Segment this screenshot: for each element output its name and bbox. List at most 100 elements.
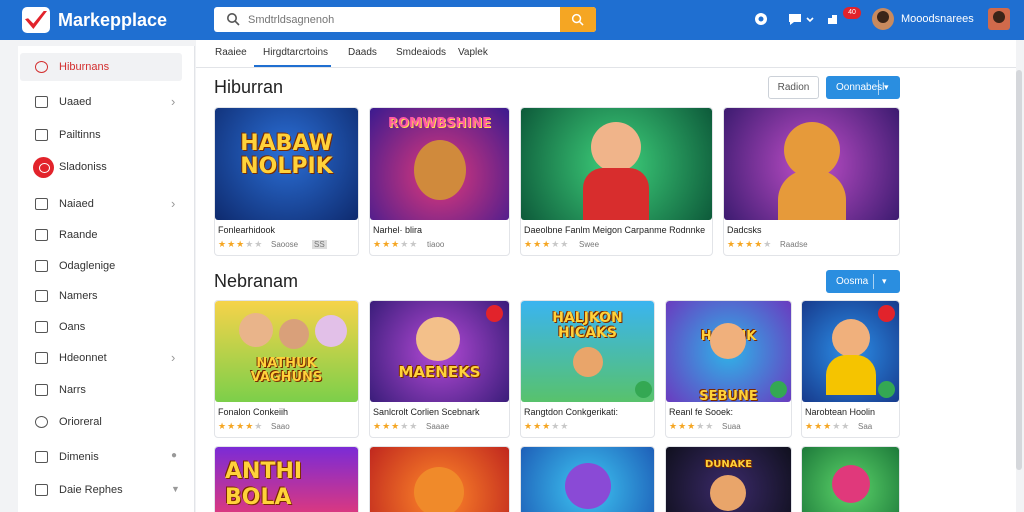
game-tag: SS	[312, 240, 327, 249]
character-illustration	[832, 465, 870, 503]
character-body	[778, 170, 846, 220]
tab-smdeaiods[interactable]: Smdeaiods	[396, 47, 446, 58]
filter-button[interactable]: Radion	[768, 76, 819, 99]
profile-picture[interactable]	[988, 8, 1010, 30]
sidebar-item-label: Namers	[59, 290, 98, 302]
info-icon: ●	[171, 450, 178, 461]
game-thumbnail[interactable]	[802, 447, 899, 512]
sort-dropdown-button[interactable]: Oonnabesl ▾	[826, 76, 900, 99]
game-card[interactable]: NATHUK VAGHUNS Fonalon Conkeiih ★★★★★ Sa…	[214, 300, 359, 438]
game-card[interactable]: Daeolbne Fanlm Meigon Carpanme Rodnnke ★…	[520, 107, 713, 256]
game-card[interactable]	[369, 446, 510, 512]
game-thumbnail[interactable]	[802, 301, 899, 402]
sidebar-item-raande[interactable]: Raande	[20, 221, 182, 249]
game-title: Narobtean Hoolin	[805, 407, 876, 417]
game-thumbnail[interactable]: MAENEKS	[370, 301, 509, 402]
list-icon	[35, 451, 48, 463]
game-thumbnail[interactable]	[521, 447, 654, 512]
more-label: Oosma	[836, 276, 869, 287]
game-thumbnail[interactable]	[724, 108, 899, 220]
sidebar-item-orioreral[interactable]: Orioreral	[20, 408, 182, 436]
sidebar-item-hiburnans[interactable]: Hiburnans	[20, 53, 182, 81]
game-thumbnail[interactable]: HALJKON HICAKS	[521, 301, 654, 402]
thumbnail-title: DUNAKE	[704, 459, 753, 470]
logo-checkmark-icon	[22, 7, 50, 33]
game-card[interactable]: HAENIK SEBUNE Reanl fe Sooek: ★★★★★ Suaa	[665, 300, 792, 438]
thumbnail-title: HALJKON HICAKS	[552, 311, 623, 341]
chevron-down-icon[interactable]	[805, 10, 815, 28]
game-thumbnail[interactable]: HABAW NOLPIK	[215, 108, 358, 220]
thumbnail-title: MAENEKS	[398, 363, 481, 381]
chat-icon[interactable]	[786, 10, 804, 28]
game-thumbnail[interactable]: ROMWBSHINE	[370, 108, 509, 220]
puzzle-icon[interactable]	[824, 10, 842, 28]
gift-icon[interactable]	[752, 10, 770, 28]
avatar[interactable]	[872, 8, 894, 30]
sidebar-item-narrs[interactable]: Narrs	[20, 376, 182, 404]
search-input[interactable]	[248, 11, 548, 28]
game-meta: Swee	[579, 240, 600, 249]
game-title: Fonlearhidook	[218, 225, 276, 235]
sidebar-item-label: Narrs	[59, 384, 86, 396]
star-rating: ★★★★★	[524, 239, 570, 249]
section-title: Hiburran	[214, 77, 284, 97]
search-icon	[571, 13, 584, 26]
tab-vaplek[interactable]: Vaplek	[458, 47, 488, 58]
game-card[interactable]: HALJKON HICAKS Rangtdon Conkgerikati: ★★…	[520, 300, 655, 438]
tag-icon	[35, 290, 48, 302]
sidebar-item-uaaed[interactable]: Uaaed ›	[20, 88, 182, 116]
game-thumbnail[interactable]: NATHUK VAGHUNS	[215, 301, 358, 402]
game-card[interactable]	[520, 446, 655, 512]
sidebar-item-daie-rephes[interactable]: Daie Rephes ▼	[20, 476, 182, 504]
sidebar-item-label: Dimenis	[59, 451, 99, 463]
people-icon	[35, 352, 48, 364]
game-meta: tiaoo	[427, 240, 445, 249]
sidebar-item-sladoniss[interactable]: Sladoniss	[20, 153, 182, 181]
sidebar-item-namers[interactable]: Namers	[20, 282, 182, 310]
tab-daads[interactable]: Daads	[348, 47, 377, 58]
sidebar-item-odaglenige[interactable]: Odaglenige	[20, 252, 182, 280]
game-card[interactable]: MAENEKS Sanlcrolt Corlien Scebnark ★★★★★…	[369, 300, 510, 438]
chevron-down-icon: ▾	[882, 276, 887, 286]
game-card[interactable]: ANTHI BOLA	[214, 446, 359, 512]
chevron-down-icon: ▾	[884, 82, 889, 92]
game-card[interactable]: Narobtean Hoolin ★★★★★ Saa	[801, 300, 900, 438]
game-thumbnail[interactable]: HAENIK SEBUNE	[666, 301, 791, 402]
tab-raaiee[interactable]: Raaiee	[215, 47, 247, 58]
character-illustration	[416, 317, 460, 361]
scrollbar[interactable]	[1016, 70, 1022, 470]
grid-icon	[35, 96, 48, 108]
sidebar-item-pailtinns[interactable]: Pailtinns	[20, 121, 182, 149]
game-thumbnail[interactable]	[370, 447, 509, 512]
tab-hirgdtarcrtoins[interactable]: Hirgdtarcrtoins	[263, 47, 328, 58]
user-name[interactable]: Mooodsnarees	[901, 13, 974, 25]
character-illustration	[710, 323, 746, 359]
verified-badge-icon	[770, 381, 787, 398]
notification-badge: 40	[843, 7, 861, 19]
game-card[interactable]: HABAW NOLPIK Fonlearhidook ★★★★★ Saoose …	[214, 107, 359, 256]
sidebar-item-oans[interactable]: Oans	[20, 313, 182, 341]
chat-bubble-icon	[33, 157, 54, 178]
game-card[interactable]	[801, 446, 900, 512]
game-card[interactable]: DUNAKE	[665, 446, 792, 512]
game-thumbnail[interactable]	[521, 108, 712, 220]
character-illustration	[710, 475, 746, 511]
sidebar-item-hdeonnet[interactable]: Hdeonnet ›	[20, 344, 182, 372]
sidebar-item-label: Hiburnans	[59, 61, 110, 73]
search-button[interactable]	[560, 7, 596, 32]
thumbnail-title: NATHUK VAGHUNS	[250, 357, 323, 385]
star-rating: ★★★★★	[373, 239, 419, 249]
sidebar-item-label: Daie Rephes	[59, 484, 123, 496]
game-thumbnail[interactable]: ANTHI BOLA	[215, 447, 358, 512]
game-card[interactable]: Dadcsks ★★★★★ Raadse	[723, 107, 900, 256]
sidebar-item-naiaed[interactable]: Naiaed ›	[20, 190, 182, 218]
thumbnail-title: ROMWBSHINE	[387, 116, 492, 131]
more-dropdown-button[interactable]: Oosma ▾	[826, 270, 900, 293]
sidebar-item-label: Pailtinns	[59, 129, 101, 141]
app-logo[interactable]: Markepplace	[22, 7, 167, 33]
hot-badge-icon	[486, 305, 503, 322]
star-rating: ★★★★★	[727, 239, 773, 249]
sidebar-item-dimenis[interactable]: Dimenis ●	[20, 443, 182, 471]
game-thumbnail[interactable]: DUNAKE	[666, 447, 791, 512]
game-card[interactable]: ROMWBSHINE Narhel· blira ★★★★★ tiaoo	[369, 107, 510, 256]
